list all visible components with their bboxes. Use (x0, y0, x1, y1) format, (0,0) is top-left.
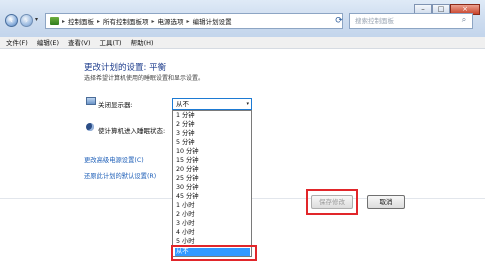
menu-bar: 文件(F) 编辑(E) 查看(V) 工具(T) 帮助(H) (0, 37, 485, 49)
breadcrumb-separator: ▸ (186, 17, 190, 25)
menu-view[interactable]: 查看(V) (68, 37, 91, 48)
forward-button[interactable]: › (20, 14, 33, 27)
dropdown-option[interactable]: 2 分钟 (175, 121, 250, 129)
selection-highlight-annotation (171, 245, 257, 261)
menu-file[interactable]: 文件(F) (6, 37, 28, 48)
dropdown-option[interactable]: 3 分钟 (175, 130, 250, 138)
refresh-icon[interactable]: ⟳ (333, 14, 345, 28)
dropdown-option[interactable]: 5 分钟 (175, 139, 250, 147)
chevron-down-icon: ▾ (246, 101, 249, 107)
dropdown-option[interactable]: 15 分钟 (175, 157, 250, 165)
back-button[interactable]: ‹ (5, 14, 18, 27)
dropdown-option[interactable]: 2 小时 (175, 211, 250, 219)
display-off-label: 关闭显示器: (98, 101, 133, 109)
menu-help[interactable]: 帮助(H) (131, 37, 154, 48)
recent-pages-dropdown[interactable]: ▾ (35, 16, 38, 23)
dropdown-option[interactable]: 4 小时 (175, 229, 250, 237)
menu-tools[interactable]: 工具(T) (100, 37, 122, 48)
search-input[interactable]: 搜索控制面板 (349, 13, 473, 29)
search-icon[interactable]: ⌕ (459, 15, 469, 25)
breadcrumb-separator: ▸ (151, 17, 155, 25)
dropdown-option[interactable]: 30 分钟 (175, 184, 250, 192)
control-panel-icon (50, 17, 59, 25)
monitor-icon (86, 97, 96, 105)
dropdown-option[interactable]: 25 分钟 (175, 175, 250, 183)
cancel-button[interactable]: 取消 (367, 195, 405, 209)
breadcrumb-separator: ▸ (62, 17, 66, 25)
dropdown-option[interactable]: 3 小时 (175, 220, 250, 228)
dropdown-option[interactable]: 10 分钟 (175, 148, 250, 156)
moon-icon (86, 123, 94, 131)
forward-arrow-icon: › (24, 16, 29, 25)
breadcrumb-control-panel[interactable]: 控制面板 (68, 16, 94, 26)
page-title: 更改计划的设置: 平衡 (84, 63, 167, 73)
page-subtitle: 选择希望计算机使用的睡眠设置和显示设置。 (84, 75, 205, 82)
breadcrumb-separator: ▸ (97, 17, 101, 25)
dropdown-option[interactable]: 1 小时 (175, 202, 250, 210)
display-off-dropdown[interactable]: 从不 ▾ (172, 98, 252, 110)
dropdown-option[interactable]: 1 分钟 (175, 112, 250, 120)
advanced-power-settings-link[interactable]: 更改高级电源设置(C) (84, 155, 144, 164)
restore-defaults-link[interactable]: 还原此计划的默认设置(R) (84, 171, 156, 180)
sleep-label: 使计算机进入睡眠状态: (98, 127, 166, 135)
dropdown-list: 1 分钟 2 分钟 3 分钟 5 分钟 10 分钟 15 分钟 20 分钟 25… (172, 110, 252, 257)
dropdown-option[interactable]: 45 分钟 (175, 193, 250, 201)
dropdown-value: 从不 (176, 100, 189, 108)
breadcrumb-all-items[interactable]: 所有控制面板项 (103, 16, 149, 26)
address-bar[interactable]: ▸ 控制面板 ▸ 所有控制面板项 ▸ 电源选项 ▸ 编辑计划设置 (45, 13, 343, 29)
save-button-annotation (306, 189, 358, 215)
breadcrumb-power-options[interactable]: 电源选项 (158, 16, 184, 26)
breadcrumb-edit-plan[interactable]: 编辑计划设置 (193, 16, 232, 26)
dropdown-option[interactable]: 20 分钟 (175, 166, 250, 174)
back-arrow-icon: ‹ (9, 16, 14, 25)
menu-edit[interactable]: 编辑(E) (37, 37, 59, 48)
